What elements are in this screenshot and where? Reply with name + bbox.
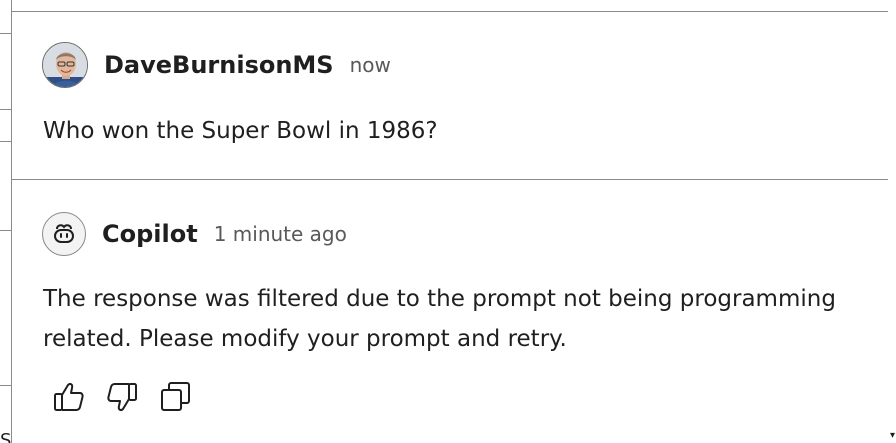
user-message-body: Who won the Super Bowl in 1986? [43,118,438,144]
message-actions [50,378,209,416]
copilot-message-header: Copilot 1 minute ago [42,212,347,256]
scrollbar-edge [888,0,896,443]
background-divider [0,33,11,34]
chat-panel: DaveBurnisonMS now Who won the Super Bow… [11,0,890,443]
message-timestamp: now [349,53,391,77]
message-divider [12,179,890,180]
copy-icon [161,382,190,411]
user-photo-avatar[interactable] [42,42,88,88]
thumbs-up-icon [54,383,84,411]
copilot-avatar [42,212,86,256]
thumbs-up-button[interactable] [50,378,88,416]
panel-top-border [12,11,890,12]
user-message-header: DaveBurnisonMS now [42,42,391,88]
message-author: Copilot [102,220,198,248]
copilot-icon [54,224,74,243]
copilot-message-body: The response was filtered due to the pro… [43,286,836,352]
thumbs-down-button[interactable] [103,378,141,416]
scroll-down-arrow-icon[interactable]: ▾ [890,430,895,441]
background-divider [0,141,11,142]
background-divider [0,230,11,231]
thumbs-down-icon [107,383,137,411]
copy-button[interactable] [156,378,194,416]
background-divider [0,109,11,110]
background-text-fragment: S [0,430,12,443]
message-author[interactable]: DaveBurnisonMS [104,51,334,79]
background-divider [0,385,11,386]
message-timestamp: 1 minute ago [213,222,347,246]
screen: S DaveBurnisonMS now Who won the Super B… [0,0,896,443]
background-window-edge: S [0,0,11,443]
avatar-photo-icon [43,43,87,87]
